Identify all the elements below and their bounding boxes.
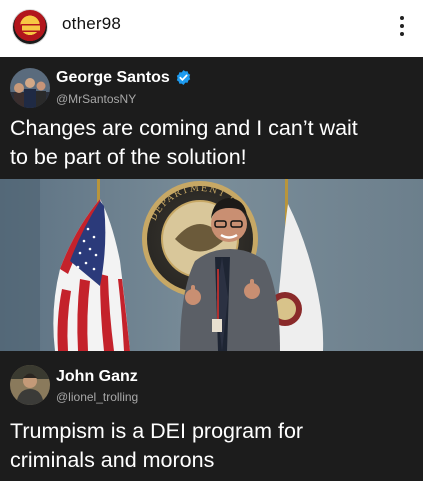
- verified-badge-icon: [176, 70, 191, 85]
- tweet-author-name[interactable]: George Santos: [56, 69, 170, 87]
- post-header: other98: [0, 0, 423, 54]
- tweet-text-line: Trumpism is a DEI program for: [10, 419, 304, 443]
- tweet-photo[interactable]: DEPARTMENT OF: [0, 179, 423, 351]
- tweet-author-avatar[interactable]: [10, 365, 50, 405]
- tweet-author-name[interactable]: John Ganz: [56, 368, 138, 386]
- account-logo-icon: [20, 24, 42, 32]
- tweet-author-avatar[interactable]: [10, 68, 50, 108]
- tweet-text: Trumpism is a DEI program for criminals …: [10, 417, 420, 475]
- tweet-text: Changes are coming and I can’t wait to b…: [10, 114, 420, 172]
- account-avatar[interactable]: [12, 9, 48, 45]
- tweet-author-handle[interactable]: @MrSantosNY: [56, 92, 136, 106]
- account-username[interactable]: other98: [62, 14, 121, 34]
- more-options-icon[interactable]: [391, 11, 413, 41]
- tweet-author-handle[interactable]: @lionel_trolling: [56, 390, 138, 404]
- tweet-card: John Ganz @lionel_trolling Trumpism is a…: [0, 351, 423, 481]
- tweet-text-line: criminals and morons: [10, 448, 215, 472]
- tweet-text-line: to be part of the solution!: [10, 145, 247, 169]
- tweet-text-line: Changes are coming and I can’t wait: [10, 116, 358, 140]
- tweet-card: George Santos @MrSantosNY Changes are co…: [0, 57, 423, 179]
